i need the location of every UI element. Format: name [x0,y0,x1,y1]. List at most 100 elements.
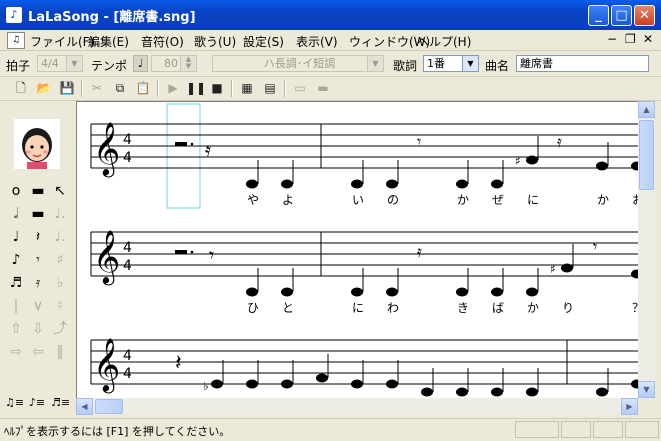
singer-avatar[interactable] [14,119,60,169]
mdi-restore-icon[interactable]: ❐ [625,32,636,46]
svg-text:に: に [352,301,364,315]
menu-settings[interactable]: 設定(S) [243,33,284,50]
sixteenth-note-icon[interactable]: ♬ [7,274,25,292]
paste-icon[interactable]: 📋 [134,80,152,97]
down-arrow-icon[interactable]: ⇩ [29,320,47,338]
horizontal-scrollbar[interactable]: ◀ ▶ [76,398,638,415]
minimize-button[interactable]: _ [588,5,609,26]
scroll-left-icon[interactable]: ◀ [76,398,93,415]
view-mode-3-icon[interactable]: ♬≡ [51,394,70,412]
dotted-half-icon[interactable]: ♩. [51,205,69,223]
time-sig-top: 4 [123,132,132,148]
wide-button-icon[interactable]: ▬ [313,80,333,97]
svg-text:い: い [352,193,364,207]
tempo-label: テンポ [91,59,128,73]
toolbar-separator [81,80,83,97]
eighth-note-icon[interactable]: ♪ [7,251,25,269]
scroll-up-icon[interactable]: ▲ [638,101,655,118]
pause-icon[interactable]: ❚❚ [186,80,206,97]
cursor-icon[interactable]: ↖ [51,182,69,200]
toolbar-separator [284,80,286,97]
copy-icon[interactable]: ⧉ [111,80,129,97]
check-icon[interactable]: ∨ [29,297,47,315]
selection-box [166,103,201,209]
menu-sing[interactable]: 歌う(U) [194,33,236,50]
spin-icon[interactable]: ▲ ▼ [180,56,196,71]
close-button[interactable]: ✕ [634,5,655,26]
sharp-icon[interactable]: ♯ [51,251,69,269]
sixteenth-rest-icon[interactable]: 𝄿 [29,274,47,292]
window-icon[interactable]: ▤ [261,80,279,97]
view-mode-2-icon[interactable]: ♪≡ [28,394,46,412]
menu-edit[interactable]: 編集(E) [88,33,129,50]
scroll-down-icon[interactable]: ▼ [638,381,655,398]
menu-file[interactable]: ファイル(F) [30,33,94,50]
small-button-icon[interactable]: ▭ [291,80,309,97]
key-select[interactable]: ハ長調･イ短調 ▼ [212,55,384,72]
mdi-minimize-icon[interactable]: − [607,32,617,46]
open-icon[interactable]: 📂 [35,80,53,97]
status-pane [561,421,591,438]
whole-note-icon[interactable]: o [7,182,25,200]
verse-label: 歌詞 [393,59,418,73]
verse-select[interactable]: 1番 ▼ [423,55,479,72]
play-icon[interactable]: ▶ [164,80,182,97]
maximize-button[interactable]: □ [611,5,632,26]
left-arrow-icon[interactable]: ⇦ [29,343,47,361]
eighth-rest-icon[interactable]: 𝄾 [29,251,47,269]
whole-rest-icon[interactable]: ▬ [29,182,47,200]
natural-icon[interactable]: ♮ [51,297,69,315]
chevron-down-icon[interactable]: ▼ [462,56,478,71]
dotted-quarter-icon[interactable]: ♩. [51,228,69,246]
up-arrow-icon[interactable]: ⇧ [7,320,25,338]
double-bar-icon[interactable]: ‖ [51,343,69,361]
tempo-value: 80 [164,57,178,70]
svg-text:よ: よ [282,193,294,207]
score-editor[interactable]: 𝄞 4 4 𝄿 𝄾 𝄿 ♯ や よ い の か ぜ に か 𝄞 4 4 𝄾 𝄿 … [76,101,639,399]
status-text: ﾍﾙﾌﾟを表示するには [F1] を押してください。 [4,425,231,438]
menu-view[interactable]: 表示(V) [296,33,338,50]
half-rest-icon[interactable]: ▬ [29,205,47,223]
rest: 𝄾 [593,237,597,256]
horizontal-scroll-thumb[interactable] [95,399,123,414]
rest: 𝄿 [205,138,211,162]
view-mode-1-icon[interactable]: ♫≡ [5,394,24,412]
tempo-stepper[interactable]: 80 ▲ ▼ [151,55,197,72]
chevron-down-icon[interactable]: ▼ [367,56,383,71]
beat-select[interactable]: 4/4 ▼ [37,55,83,72]
save-icon[interactable]: 💾 [58,80,76,97]
chevron-down-icon[interactable]: ▼ [66,56,82,71]
staff-2 [90,231,639,277]
status-pane [593,421,623,438]
notes-row-3 [211,354,639,397]
mdi-close-icon[interactable]: ✕ [643,32,653,46]
quarter-rest-icon[interactable]: 𝄽 [29,228,47,246]
new-icon[interactable]: 🗋 [12,80,30,97]
title-bar: ♪ LaLaSong - [離席書.sng] _ □ ✕ [0,0,661,30]
time-sig-bottom: 4 [123,150,132,166]
scroll-right-icon[interactable]: ▶ [621,398,638,415]
stop-icon[interactable]: ■ [208,80,226,97]
app-icon[interactable]: ♪ [6,7,22,23]
menu-note[interactable]: 音符(O) [141,33,184,50]
key-value: ハ長調･イ短調 [263,57,336,70]
treble-clef-icon: 𝄞 [93,121,120,177]
vertical-scroll-thumb[interactable] [639,120,654,190]
score-icon[interactable]: ▦ [238,80,256,97]
tie-icon[interactable]: ⤴ [51,320,69,338]
half-note-icon[interactable]: 𝅗𝅥 [7,205,25,223]
status-bar: ﾍﾙﾌﾟを表示するには [F1] を押してください。 [0,418,661,441]
cut-icon[interactable]: ✂ [88,80,106,97]
beat-label: 拍子 [6,59,31,73]
right-arrow-icon[interactable]: ⇨ [7,343,25,361]
vertical-scrollbar[interactable]: ▲ ▼ [638,101,655,398]
quarter-note-icon[interactable]: ♩ [7,228,25,246]
menu-help[interactable]: ヘルプ(H) [417,33,471,50]
song-title-value: 離席書 [520,57,553,70]
song-title-input[interactable]: 離席書 [516,55,649,72]
metronome-icon[interactable]: ♩ [133,55,148,72]
document-icon[interactable]: ♫ [7,32,25,49]
quarter-rest: 𝄽 [175,351,182,376]
bar-line-icon[interactable]: | [7,297,25,315]
flat-icon[interactable]: ♭ [51,274,69,292]
